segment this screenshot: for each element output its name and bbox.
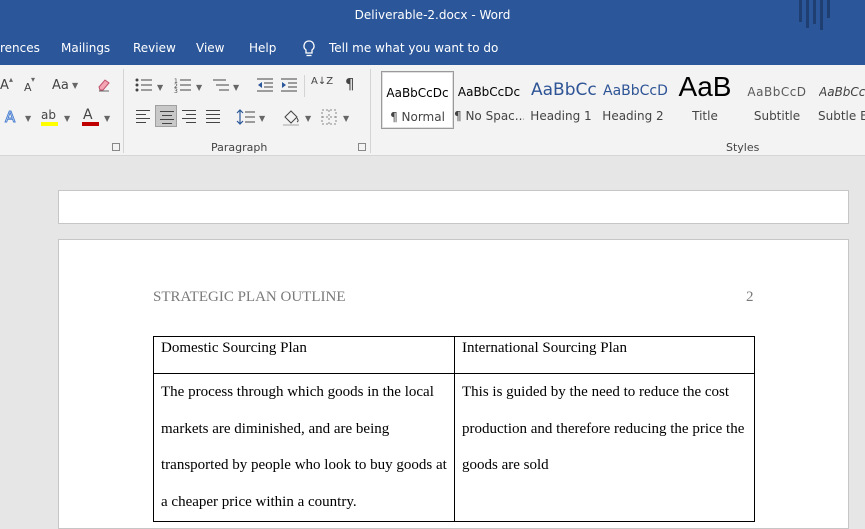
- caret-up-icon: ▴: [9, 75, 14, 84]
- style-normal[interactable]: AaBbCcDc ¶ Normal: [381, 71, 454, 129]
- numbering-icon[interactable]: 1 2 3: [174, 77, 192, 93]
- style-label: Heading 1: [530, 109, 592, 123]
- center-button[interactable]: [155, 105, 177, 127]
- font-color-icon: A: [83, 107, 93, 123]
- align-left-button[interactable]: [132, 105, 154, 127]
- grow-font-button[interactable]: A: [0, 78, 9, 94]
- title-bar: Deliverable-2.docx - Word: [0, 0, 865, 32]
- style-heading-2[interactable]: AaBbCcD Heading 2: [598, 71, 668, 127]
- style-sample: AaBbCcD: [747, 85, 807, 99]
- table-header-row: Domestic Sourcing Plan International Sou…: [153, 336, 755, 374]
- style-label: Title: [692, 109, 718, 123]
- group-divider: [123, 69, 124, 153]
- style-sample: AaBbCcDc: [386, 86, 449, 100]
- increase-indent-icon[interactable]: [280, 77, 298, 93]
- svg-text:3: 3: [174, 88, 178, 93]
- tab-review[interactable]: Review: [133, 41, 176, 55]
- borders-icon[interactable]: [321, 109, 337, 125]
- font-dialog-launcher[interactable]: [112, 143, 120, 151]
- chevron-down-icon: ▼: [64, 114, 71, 123]
- style-heading-1[interactable]: AaBbCc Heading 1: [526, 71, 596, 127]
- multilevel-list-icon[interactable]: [212, 77, 230, 93]
- svg-text:A: A: [5, 109, 16, 125]
- bullets-icon[interactable]: [135, 77, 153, 93]
- style-sample: AaBbCcDc: [457, 85, 521, 99]
- style-no-spacing[interactable]: AaBbCcDc ¶ No Spac...: [454, 71, 524, 127]
- line-spacing-icon[interactable]: [236, 109, 256, 125]
- page-header-title: STRATEGIC PLAN OUTLINE: [153, 289, 346, 305]
- window-title: Deliverable-2.docx - Word: [354, 8, 511, 22]
- page-number: 2: [746, 289, 754, 305]
- justify-button[interactable]: [202, 105, 224, 127]
- style-label: ¶ No Spac...: [454, 109, 524, 123]
- chevron-down-icon: ▼: [259, 114, 266, 123]
- style-sample: AaBbCcDc: [819, 85, 865, 99]
- table-header-cell[interactable]: Domestic Sourcing Plan: [153, 336, 455, 374]
- style-label: Subtle Em: [818, 109, 865, 123]
- align-right-button[interactable]: [178, 105, 200, 127]
- show-formatting-button[interactable]: ¶: [345, 76, 355, 92]
- chevron-down-icon: ▼: [233, 83, 240, 92]
- chevron-down-icon: ▼: [25, 114, 32, 123]
- tell-me-search[interactable]: Tell me what you want to do: [329, 41, 498, 55]
- chevron-down-icon: ▼: [157, 83, 164, 92]
- decrease-indent-icon[interactable]: [256, 77, 274, 93]
- highlight-icon: ab: [41, 108, 56, 122]
- lightbulb-icon: [303, 40, 315, 57]
- chevron-down-icon: ▼: [343, 114, 350, 123]
- highlight-button[interactable]: ab: [41, 107, 59, 127]
- tab-view[interactable]: View: [196, 41, 224, 55]
- chevron-down-icon: ▼: [72, 81, 79, 90]
- divider: [304, 75, 305, 97]
- paragraph-dialog-launcher[interactable]: [358, 143, 366, 151]
- chevron-down-icon: ▼: [196, 83, 203, 92]
- table-header-cell[interactable]: International Sourcing Plan: [454, 336, 755, 374]
- tab-help[interactable]: Help: [249, 41, 276, 55]
- styles-group-label: Styles: [726, 141, 760, 154]
- group-divider: [370, 69, 371, 153]
- previous-page-bottom: [58, 190, 849, 224]
- style-label: ¶ Normal: [390, 110, 445, 124]
- clear-formatting-icon[interactable]: [96, 77, 112, 93]
- table-row: The process through which goods in the l…: [153, 373, 755, 522]
- caret-down-icon: ▾: [31, 75, 36, 84]
- style-sample: AaBbCc: [531, 80, 596, 100]
- sourcing-plan-table[interactable]: Domestic Sourcing Plan International Sou…: [153, 336, 755, 522]
- ribbon: A ▴ A ▾ Aa ▼ A ▼ ab ▼ A ▼ ▼ 1 2 3 ▼ ▼ A↓…: [0, 65, 865, 156]
- change-case-button[interactable]: Aa: [52, 78, 69, 94]
- style-sample: AaBbCcD: [603, 83, 668, 99]
- tab-references[interactable]: rences: [0, 41, 40, 55]
- shading-icon[interactable]: [282, 108, 300, 126]
- tab-mailings[interactable]: Mailings: [61, 41, 110, 55]
- style-subtitle[interactable]: AaBbCcD Subtitle: [742, 71, 812, 127]
- chevron-down-icon: ▼: [305, 114, 312, 123]
- style-subtle-emphasis[interactable]: AaBbCcDc Subtle Em: [814, 71, 865, 127]
- paragraph-group-label: Paragraph: [211, 141, 268, 154]
- style-label: Subtitle: [753, 109, 801, 123]
- style-label: Heading 2: [602, 109, 664, 123]
- style-sample: AaB: [678, 71, 732, 102]
- chevron-down-icon: ▼: [104, 114, 111, 123]
- document-page[interactable]: STRATEGIC PLAN OUTLINE 2 Domestic Sourci…: [58, 239, 849, 529]
- style-title[interactable]: AaB Title: [670, 71, 740, 127]
- font-color-button[interactable]: A: [82, 107, 100, 127]
- table-cell[interactable]: The process through which goods in the l…: [153, 373, 455, 522]
- table-cell[interactable]: This is guided by the need to reduce the…: [454, 373, 755, 522]
- sort-button[interactable]: A↓Z: [311, 77, 333, 87]
- title-bar-pattern: [799, 0, 835, 30]
- ribbon-tabs: rences Mailings Review View Help Tell me…: [0, 32, 865, 65]
- text-effects-icon[interactable]: A: [4, 109, 20, 125]
